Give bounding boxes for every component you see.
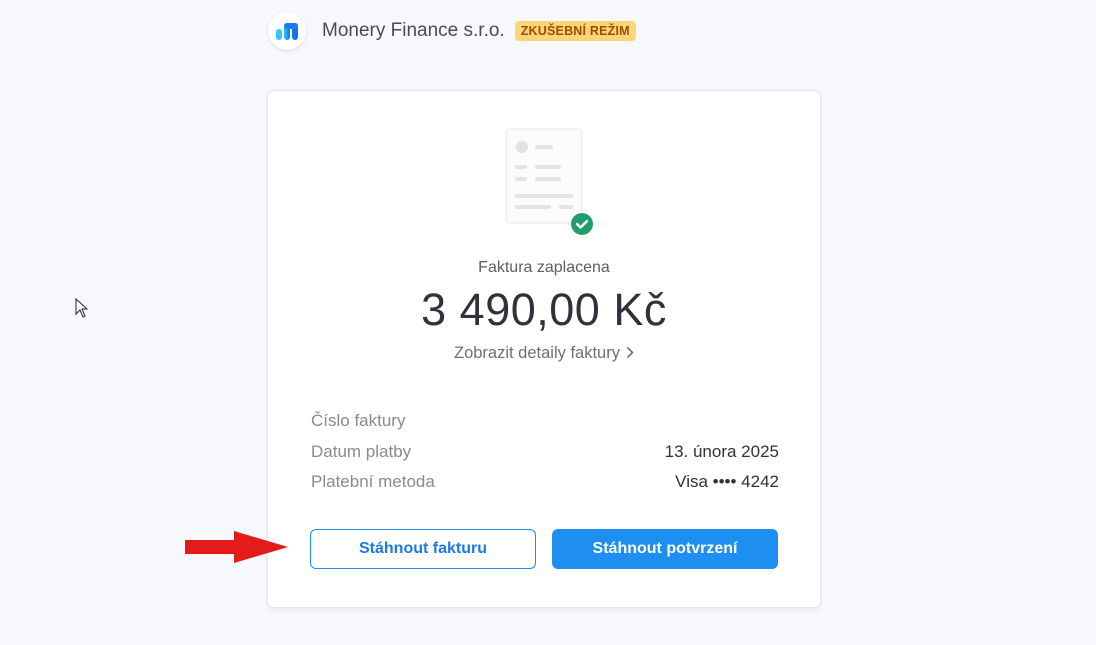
details-link-label: Zobrazit detaily faktury bbox=[454, 344, 620, 362]
view-invoice-details-link[interactable]: Zobrazit detaily faktury bbox=[268, 344, 820, 364]
payment-date-label: Datum platby bbox=[311, 442, 412, 461]
payment-method-value: Visa •••• 4242 bbox=[675, 472, 779, 491]
company-name: Monery Finance s.r.o. bbox=[322, 20, 505, 41]
invoice-status: Faktura zaplacena bbox=[478, 259, 610, 276]
payment-method-row: Platební metoda Visa •••• 4242 bbox=[311, 472, 779, 492]
paid-invoice-illustration-icon bbox=[491, 113, 601, 243]
mouse-cursor-icon bbox=[75, 298, 89, 318]
invoice-number-label: Číslo faktury bbox=[311, 411, 406, 430]
payment-method-label: Platební metoda bbox=[311, 472, 435, 491]
header: Monery Finance s.r.o. ZKUŠEBNÍ REŽIM bbox=[268, 12, 636, 50]
red-arrow-annotation-icon bbox=[185, 531, 288, 563]
download-receipt-button[interactable]: Stáhnout potvrzení bbox=[552, 529, 778, 569]
invoice-number-row: Číslo faktury bbox=[311, 411, 779, 431]
invoice-amount: 3 490,00 Kč bbox=[421, 284, 667, 335]
test-mode-badge: ZKUŠEBNÍ REŽIM bbox=[514, 21, 636, 41]
payment-date-value: 13. února 2025 bbox=[664, 442, 779, 461]
payment-date-row: Datum platby 13. února 2025 bbox=[311, 442, 779, 462]
chevron-right-icon bbox=[626, 345, 634, 364]
invoice-card: Faktura zaplacena 3 490,00 Kč Zobrazit d… bbox=[267, 90, 821, 608]
company-logo-icon bbox=[268, 12, 306, 50]
download-invoice-button[interactable]: Stáhnout fakturu bbox=[310, 529, 536, 569]
